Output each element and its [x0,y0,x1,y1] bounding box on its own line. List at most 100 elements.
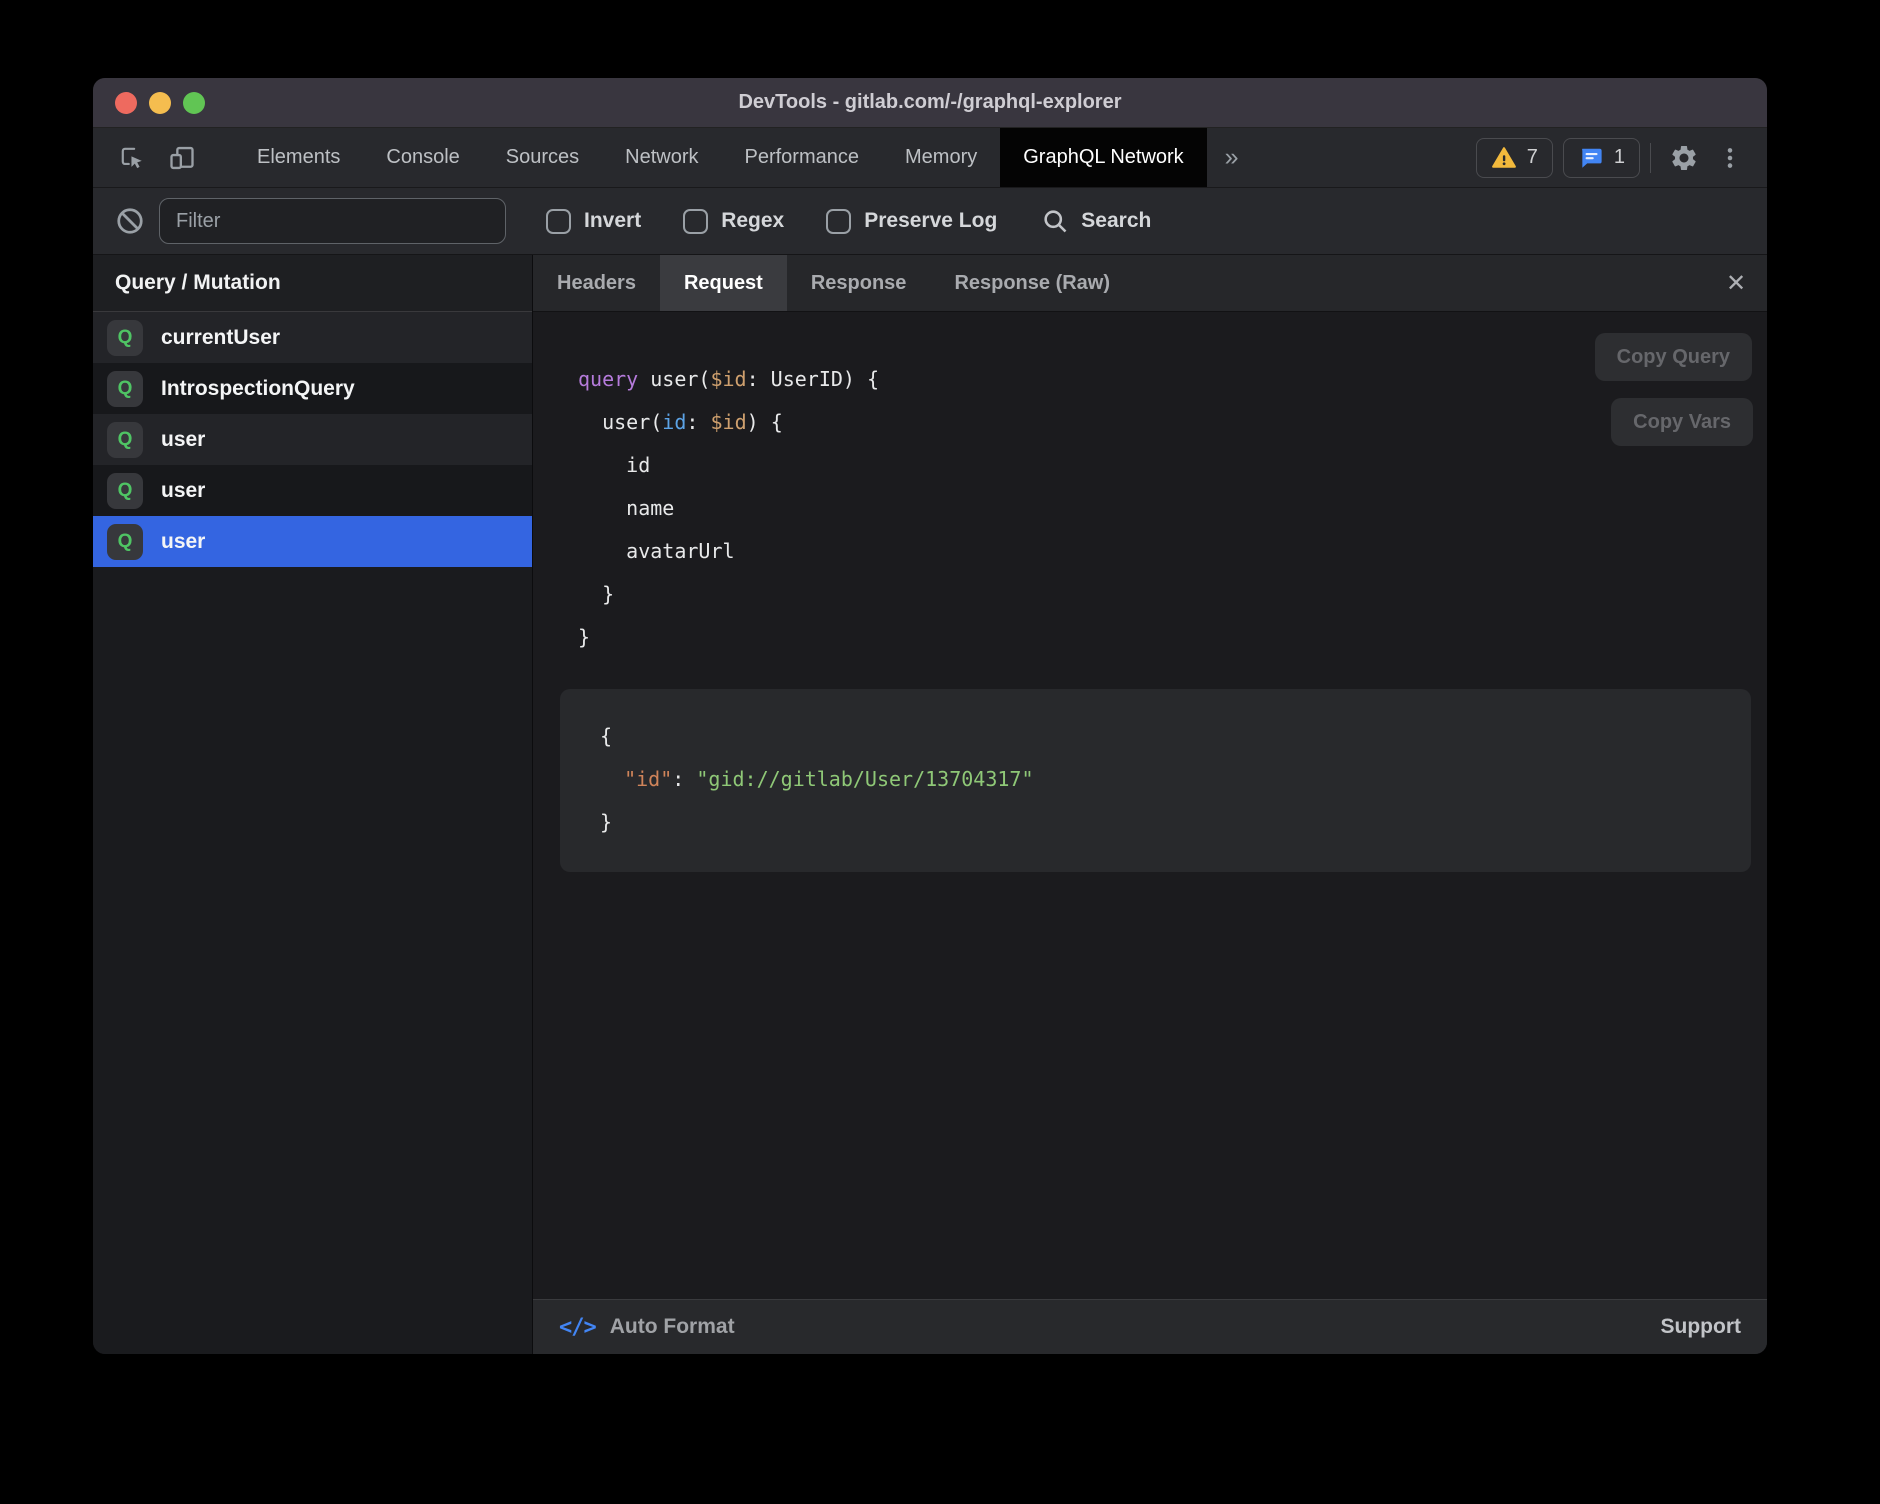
window-zoom-button[interactable] [183,92,205,114]
sidebar-header: Query / Mutation [93,255,532,312]
devtools-tab-console[interactable]: Console [363,128,482,187]
devtools-window: DevTools - gitlab.com/-/graphql-explorer [93,78,1767,1354]
toolbar-left-icons [93,128,234,187]
checkbox-label: Regex [721,209,784,233]
code-token: ) { [747,410,783,434]
search-control[interactable]: Search [1041,207,1151,235]
query-type-badge: Q [107,473,143,509]
warnings-count: 7 [1527,146,1538,169]
code-token: : UserID) { [747,367,879,391]
window-title: DevTools - gitlab.com/-/graphql-explorer [93,91,1767,114]
query-list: QcurrentUserQIntrospectionQueryQuserQuse… [93,312,532,567]
query-type-badge: Q [107,422,143,458]
detail-panel: HeadersRequestResponseResponse (Raw) ✕ q… [533,255,1767,1354]
settings-gear-icon[interactable] [1661,135,1707,181]
devtools-tab-strip: ElementsConsoleSourcesNetworkPerformance… [234,128,1207,187]
detail-tab-request[interactable]: Request [660,255,787,311]
window-close-button[interactable] [115,92,137,114]
variables-box: { "id": "gid://gitlab/User/13704317"} [560,689,1751,872]
code-line: } [578,616,1751,659]
query-list-item-user-3[interactable]: Quser [93,465,532,516]
checkbox-label: Invert [584,209,641,233]
code-token: $id [710,367,746,391]
window-titlebar: DevTools - gitlab.com/-/graphql-explorer [93,78,1767,128]
inspect-element-icon[interactable] [111,137,153,179]
warning-triangle-icon [1491,145,1517,171]
code-token: id [662,410,686,434]
query-type-badge: Q [107,371,143,407]
code-token: "gid://gitlab/User/13704317" [696,767,1033,791]
checkbox-regex[interactable]: Regex [683,209,784,234]
code-token: query [578,367,638,391]
devtools-tab-sources[interactable]: Sources [483,128,602,187]
devtools-tab-elements[interactable]: Elements [234,128,363,187]
request-view: query user($id: UserID) { user(id: $id) … [533,312,1767,1299]
graphql-query-code: query user($id: UserID) { user(id: $id) … [578,358,1751,659]
devtools-tab-performance[interactable]: Performance [722,128,883,187]
code-token: $id [710,410,746,434]
code-token: } [578,582,614,606]
checkbox-box[interactable] [546,209,571,234]
query-name-label: user [161,530,205,554]
query-list-item-user-2[interactable]: Quser [93,414,532,465]
message-bubble-icon [1578,145,1604,171]
filter-input[interactable] [159,198,506,244]
devtools-toolbar: ElementsConsoleSourcesNetworkPerformance… [93,128,1767,188]
copy-vars-button[interactable]: Copy Vars [1611,398,1753,446]
code-line: { [600,715,1711,758]
query-sidebar: Query / Mutation QcurrentUser Q Introspect… [93,255,533,1354]
code-token: id [578,453,650,477]
query-list-item-user-4[interactable]: Quser [93,516,532,567]
toolbar-right: 7 1 [1466,128,1767,187]
code-line: } [578,573,1751,616]
more-tabs-icon[interactable]: » [1207,128,1257,187]
devtools-tab-memory[interactable]: Memory [882,128,1000,187]
checkbox-box[interactable] [683,209,708,234]
code-line: avatarUrl [578,530,1751,573]
checkbox-box[interactable] [826,209,851,234]
graphql-variables-code: { "id": "gid://gitlab/User/13704317"} [600,715,1711,844]
code-token: } [600,810,612,834]
code-token [600,767,624,791]
warnings-badge[interactable]: 7 [1476,138,1553,178]
auto-format-button[interactable]: Auto Format [610,1315,735,1339]
checkbox-label: Preserve Log [864,209,997,233]
window-minimize-button[interactable] [149,92,171,114]
panel-footer: </> Auto Format Support [533,1299,1767,1354]
close-panel-icon[interactable]: ✕ [1713,255,1759,311]
filter-bar: Invert Regex Preserve Log Search [93,188,1767,255]
code-token: } [578,625,590,649]
kebab-menu-icon[interactable] [1707,135,1753,181]
query-name-label: IntrospectionQuery [161,377,355,401]
code-line: "id": "gid://gitlab/User/13704317" [600,758,1711,801]
code-token: user( [578,410,662,434]
query-list-item-currentuser-0[interactable]: QcurrentUser [93,312,532,363]
checkbox-invert[interactable]: Invert [546,209,641,234]
devtools-tab-network[interactable]: Network [602,128,721,187]
issues-badge[interactable]: 1 [1563,138,1640,178]
detail-tab-response[interactable]: Response [787,255,931,311]
auto-format-icon: </> [559,1315,596,1340]
detail-tab-headers[interactable]: Headers [533,255,660,311]
search-label: Search [1081,209,1151,233]
code-token: user( [638,367,710,391]
code-line: id [578,444,1751,487]
checkbox-preserve-log[interactable]: Preserve Log [826,209,997,234]
devtools-tab-graphql-network[interactable]: GraphQL Network [1000,128,1206,187]
query-list-item-introspectionquery-1[interactable]: Q IntrospectionQuery [93,363,532,414]
code-token: : [672,767,696,791]
query-name-label: currentUser [161,326,280,350]
code-line: name [578,487,1751,530]
code-token: name [578,496,674,520]
query-name-label: user [161,479,205,503]
code-line: query user($id: UserID) { [578,358,1751,401]
device-toolbar-icon[interactable] [161,137,203,179]
code-token: avatarUrl [578,539,735,563]
support-link[interactable]: Support [1661,1315,1741,1339]
code-line: } [600,801,1711,844]
detail-tab-response-raw[interactable]: Response (Raw) [930,255,1134,311]
filter-checkboxes: Invert Regex Preserve Log [546,209,997,234]
clear-filter-icon[interactable] [115,206,145,236]
code-token: : [686,410,710,434]
copy-query-button[interactable]: Copy Query [1595,333,1752,381]
